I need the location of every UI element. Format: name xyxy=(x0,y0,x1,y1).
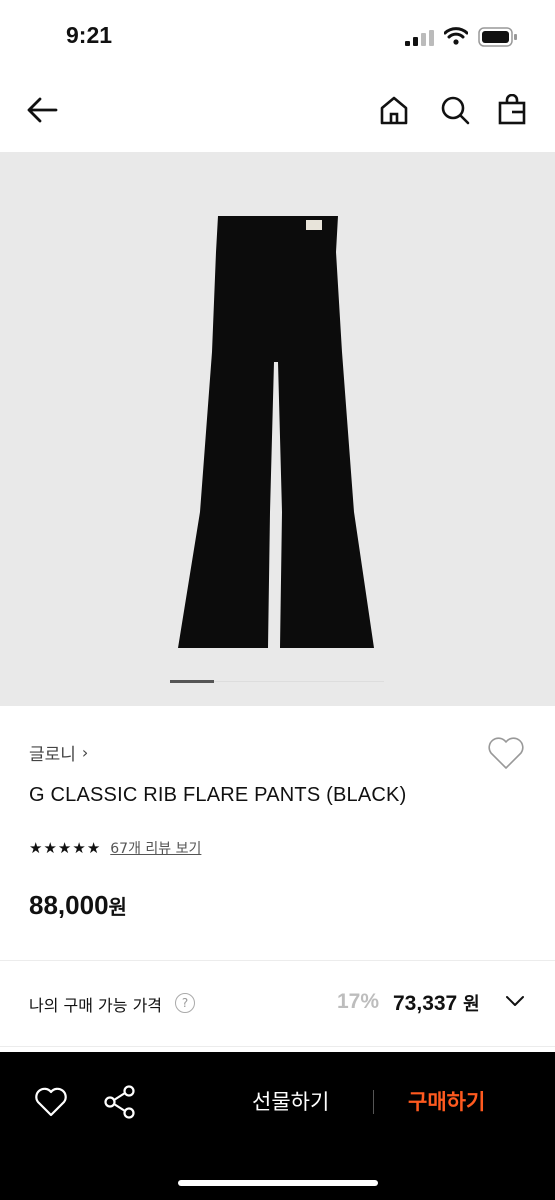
product-image-carousel[interactable] xyxy=(0,152,555,706)
carousel-indicator-active xyxy=(170,680,214,683)
navigation-bar xyxy=(0,72,555,152)
chevron-down-icon[interactable] xyxy=(505,994,525,1008)
back-button[interactable] xyxy=(24,92,60,128)
carousel-indicator-track xyxy=(214,681,384,682)
home-icon xyxy=(380,96,408,125)
my-price-row[interactable]: 나의 구매 가능 가격 ? 17% 73,337 원 xyxy=(29,990,529,1018)
rating-stars: ★ ★ ★ ★ ★ xyxy=(29,838,101,857)
star-icon: ★ xyxy=(57,838,72,857)
star-icon: ★ xyxy=(86,838,101,857)
bottom-action-bar: 선물하기 구매하기 xyxy=(0,1052,555,1200)
divider xyxy=(0,960,555,961)
my-price-number: 73,337 xyxy=(393,992,458,1015)
search-icon xyxy=(441,96,470,125)
brand-name: 글로니 xyxy=(29,745,76,765)
heart-icon xyxy=(35,1087,67,1117)
star-icon: ★ xyxy=(43,838,57,857)
my-price-label: 나의 구매 가능 가격 xyxy=(29,996,163,1015)
chevron-right-icon: › xyxy=(81,743,89,762)
rating-row: ★ ★ ★ ★ ★ 67개 리뷰 보기 xyxy=(29,838,201,858)
share-icon xyxy=(104,1085,135,1119)
price-number: 88,000 xyxy=(29,890,109,920)
buy-button[interactable]: 구매하기 xyxy=(408,1086,485,1116)
home-indicator[interactable] xyxy=(178,1180,378,1186)
cart-button[interactable] xyxy=(494,92,530,128)
arrow-left-icon xyxy=(27,97,58,123)
status-bar: 9:21 xyxy=(0,0,555,72)
home-button[interactable] xyxy=(376,92,412,128)
shopping-bag-icon xyxy=(498,94,526,125)
search-button[interactable] xyxy=(437,92,473,128)
wishlist-heart-button[interactable] xyxy=(486,735,526,771)
divider xyxy=(0,1046,555,1047)
brand-link[interactable]: 글로니 › xyxy=(29,740,88,765)
star-icon: ★ xyxy=(72,838,86,857)
status-time: 9:21 xyxy=(66,22,113,48)
wifi-icon xyxy=(444,27,468,45)
share-button[interactable] xyxy=(103,1084,137,1120)
help-icon[interactable]: ? xyxy=(175,993,195,1013)
heart-icon xyxy=(488,737,524,769)
product-price: 88,000원 xyxy=(29,890,127,921)
cellular-signal-icon xyxy=(405,30,434,46)
product-image xyxy=(178,216,374,648)
my-price-unit: 원 xyxy=(463,994,480,1015)
price-unit: 원 xyxy=(108,895,127,919)
review-link[interactable]: 67개 리뷰 보기 xyxy=(110,838,201,858)
my-price-value: 73,337 원 xyxy=(393,990,480,1016)
star-icon: ★ xyxy=(29,838,43,857)
battery-icon xyxy=(478,27,517,47)
discount-rate: 17% xyxy=(337,990,380,1013)
gift-button[interactable]: 선물하기 xyxy=(252,1086,329,1116)
wishlist-button[interactable] xyxy=(34,1086,68,1118)
divider xyxy=(373,1090,374,1114)
product-title: G CLASSIC RIB FLARE PANTS (BLACK) xyxy=(29,784,407,806)
carousel-indicator xyxy=(170,680,385,684)
